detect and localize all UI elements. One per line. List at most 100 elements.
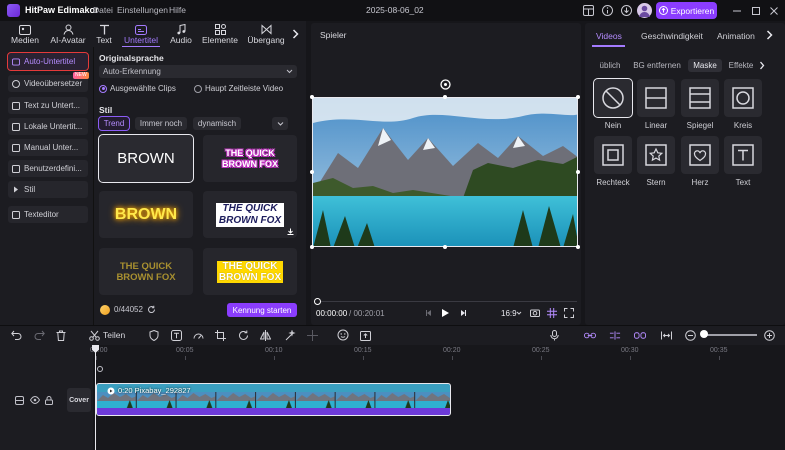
sidebar-item-text-to-subtitles[interactable]: Text zu Untert...	[8, 97, 88, 114]
layout-icon[interactable]	[582, 4, 595, 17]
resize-handle[interactable]	[576, 95, 580, 99]
sidebar-item-manual-subtitles[interactable]: Manual Unter...	[8, 139, 88, 156]
minimize-icon[interactable]	[730, 4, 743, 17]
download-icon[interactable]	[287, 228, 294, 235]
scissors-icon[interactable]	[88, 329, 100, 341]
resize-handle[interactable]	[310, 95, 314, 99]
refresh-icon[interactable]	[147, 305, 156, 314]
menu-datei[interactable]: Datei	[93, 5, 113, 15]
resize-handle[interactable]	[443, 95, 447, 99]
chip-expand[interactable]	[272, 117, 288, 130]
sidebar-item-custom[interactable]: Benutzerdefini...	[8, 160, 88, 177]
chevron-right-icon[interactable]	[292, 29, 299, 39]
chevron-right-icon[interactable]	[766, 30, 773, 40]
chip-trend[interactable]: Trend	[98, 116, 130, 131]
link-icon[interactable]	[584, 329, 596, 341]
tab-audio[interactable]: Audio	[168, 23, 194, 47]
style-card-yellow[interactable]: THE QUICK BROWN FOX	[203, 248, 297, 295]
close-icon[interactable]	[767, 4, 780, 17]
mask-mirror[interactable]	[681, 79, 719, 117]
resize-handle[interactable]	[443, 245, 447, 249]
rotate-icon[interactable]	[237, 329, 249, 341]
track-settings-icon[interactable]	[15, 396, 24, 405]
fullscreen-icon[interactable]	[563, 307, 574, 318]
playback-progress-knob[interactable]	[314, 298, 321, 305]
zoom-out-icon[interactable]	[684, 329, 696, 341]
zoom-in-icon[interactable]	[763, 329, 775, 341]
menu-hilfe[interactable]: Hilfe	[169, 5, 186, 15]
mask-heart[interactable]	[681, 136, 719, 174]
export-button[interactable]: Exportieren	[656, 2, 717, 19]
mask-linear[interactable]	[637, 79, 675, 117]
maximize-icon[interactable]	[749, 4, 762, 17]
chevron-right-icon[interactable]	[759, 61, 765, 70]
video-preview[interactable]	[312, 97, 578, 247]
lock-icon[interactable]	[45, 396, 53, 405]
resize-handle[interactable]	[310, 245, 314, 249]
zoom-slider-track[interactable]	[705, 334, 757, 336]
split-label[interactable]: Teilen	[103, 330, 125, 340]
snapshot-icon[interactable]	[529, 307, 540, 318]
subtab-remove-bg[interactable]: BG entfernen	[630, 59, 684, 72]
download-icon[interactable]	[620, 4, 633, 17]
next-frame-icon[interactable]	[457, 307, 468, 318]
style-card-purple[interactable]: THE QUICK BROWN FOX	[203, 135, 297, 182]
export-frame-icon[interactable]	[359, 329, 371, 341]
delete-icon[interactable]	[55, 329, 67, 341]
microphone-icon[interactable]	[548, 329, 560, 341]
style-card-boxed[interactable]: THE QUICK BROWN FOX	[203, 191, 297, 238]
chip-dynamic[interactable]: dynamisch	[193, 117, 241, 130]
sidebar-item-local-subtitles[interactable]: Lokale Untertit...	[8, 118, 88, 135]
tab-ai-avatar[interactable]: AI-Avatar	[47, 23, 89, 47]
text-tool-icon[interactable]	[170, 329, 182, 341]
magic-icon[interactable]	[284, 329, 296, 341]
subtab-common[interactable]: üblich	[594, 59, 626, 72]
speed-icon[interactable]	[192, 329, 204, 341]
playback-progress-track[interactable]	[317, 301, 577, 302]
flip-icon[interactable]	[259, 329, 271, 341]
aspect-ratio-select[interactable]: 16:9	[501, 309, 517, 318]
redo-icon[interactable]	[33, 329, 45, 341]
track-link-icon[interactable]	[634, 329, 646, 341]
eye-icon[interactable]	[30, 396, 40, 404]
style-card-glow[interactable]: BROWN	[99, 191, 193, 238]
start-recognition-button[interactable]: Kennung starten	[227, 303, 297, 317]
avatar[interactable]	[637, 3, 652, 18]
tab-animation[interactable]: Animation	[717, 31, 755, 41]
face-icon[interactable]	[337, 329, 349, 341]
sidebar-item-auto-subtitles[interactable]: Auto-Untertitel	[7, 52, 89, 71]
crop-icon[interactable]	[214, 329, 226, 341]
fit-icon[interactable]	[660, 329, 672, 341]
mask-star[interactable]	[637, 136, 675, 174]
shield-icon[interactable]	[148, 329, 160, 341]
mask-none[interactable]	[593, 78, 633, 118]
sidebar-item-style[interactable]: Stil	[8, 181, 88, 198]
mask-text[interactable]	[724, 136, 762, 174]
resize-handle[interactable]	[576, 245, 580, 249]
chip-still[interactable]: Immer noch	[135, 117, 187, 130]
resize-handle[interactable]	[576, 170, 580, 174]
tab-speed[interactable]: Geschwindigkeit	[641, 31, 703, 41]
play-icon[interactable]	[440, 307, 451, 318]
grid-icon[interactable]	[546, 307, 557, 318]
info-icon[interactable]	[601, 4, 614, 17]
tab-text[interactable]: Text	[93, 23, 115, 47]
project-name[interactable]: 2025-08-06_02	[366, 5, 424, 15]
resize-handle[interactable]	[310, 170, 314, 174]
tab-elements[interactable]: Elemente	[200, 23, 240, 47]
style-card-olive[interactable]: THE QUICK BROWN FOX	[99, 248, 193, 295]
tab-videos[interactable]: Videos	[596, 31, 622, 41]
zoom-slider-knob[interactable]	[700, 330, 708, 338]
sidebar-item-text-editor[interactable]: Texteditor	[8, 206, 88, 223]
add-track-icon[interactable]	[97, 362, 103, 376]
language-select[interactable]: Auto-Erkennung	[99, 65, 297, 78]
cover-button[interactable]: Cover	[67, 388, 91, 412]
subtab-effects[interactable]: Effekte	[726, 59, 756, 72]
radio-main-timeline[interactable]: Haupt Zeitleiste Video	[194, 84, 283, 93]
tab-subtitles[interactable]: Untertitel	[122, 23, 160, 47]
menu-einstellungen[interactable]: Einstellungen	[117, 5, 168, 15]
radio-selected-clips[interactable]: Ausgewählte Clips	[99, 84, 176, 93]
mask-rectangle[interactable]	[594, 136, 632, 174]
move-icon[interactable]	[306, 329, 318, 341]
magnet-icon[interactable]	[609, 329, 621, 341]
